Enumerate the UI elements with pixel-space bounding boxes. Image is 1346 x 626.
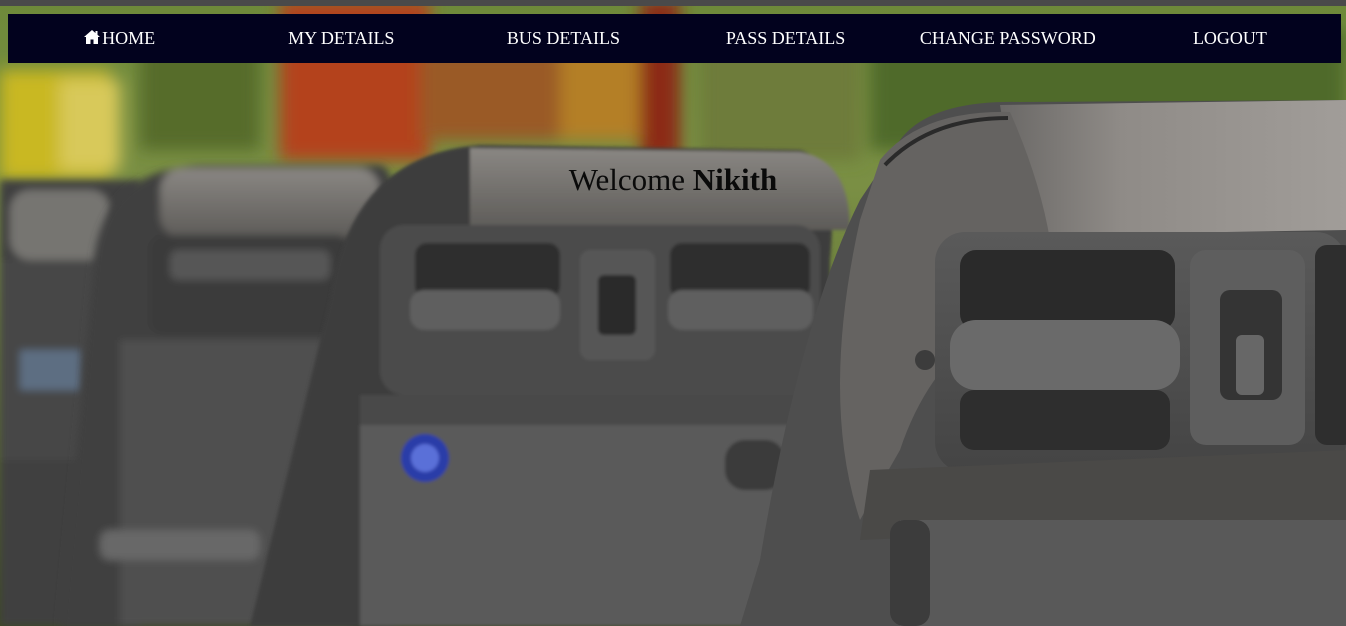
nav-my-details[interactable]: MY DETAILS	[230, 14, 452, 63]
nav-bus-details-label: BUS DETAILS	[506, 28, 620, 48]
nav-my-details-label: MY DETAILS	[288, 28, 395, 48]
welcome-prefix: Welcome	[568, 162, 686, 197]
nav-change-password-label: CHANGE PASSWORD	[919, 28, 1096, 48]
nav-pass-details-label: PASS DETAILS	[725, 28, 846, 48]
main-navbar: HOME MY DETAILS BUS DETAILS PASS DETAILS…	[8, 14, 1341, 63]
nav-change-password[interactable]: CHANGE PASSWORD	[897, 14, 1119, 63]
nav-bus-details[interactable]: BUS DETAILS	[452, 14, 674, 63]
home-icon	[83, 29, 101, 45]
nav-pass-details[interactable]: PASS DETAILS	[675, 14, 897, 63]
top-edge-strip	[0, 0, 1346, 6]
nav-logout[interactable]: LOGOUT	[1119, 14, 1341, 63]
nav-home[interactable]: HOME	[8, 14, 230, 63]
welcome-username: Nikith	[692, 162, 778, 197]
nav-home-label: HOME	[102, 28, 156, 48]
background-bus-seats-image	[0, 0, 1346, 626]
welcome-message: Welcome Nikith	[0, 162, 1346, 198]
nav-logout-label: LOGOUT	[1192, 28, 1267, 48]
